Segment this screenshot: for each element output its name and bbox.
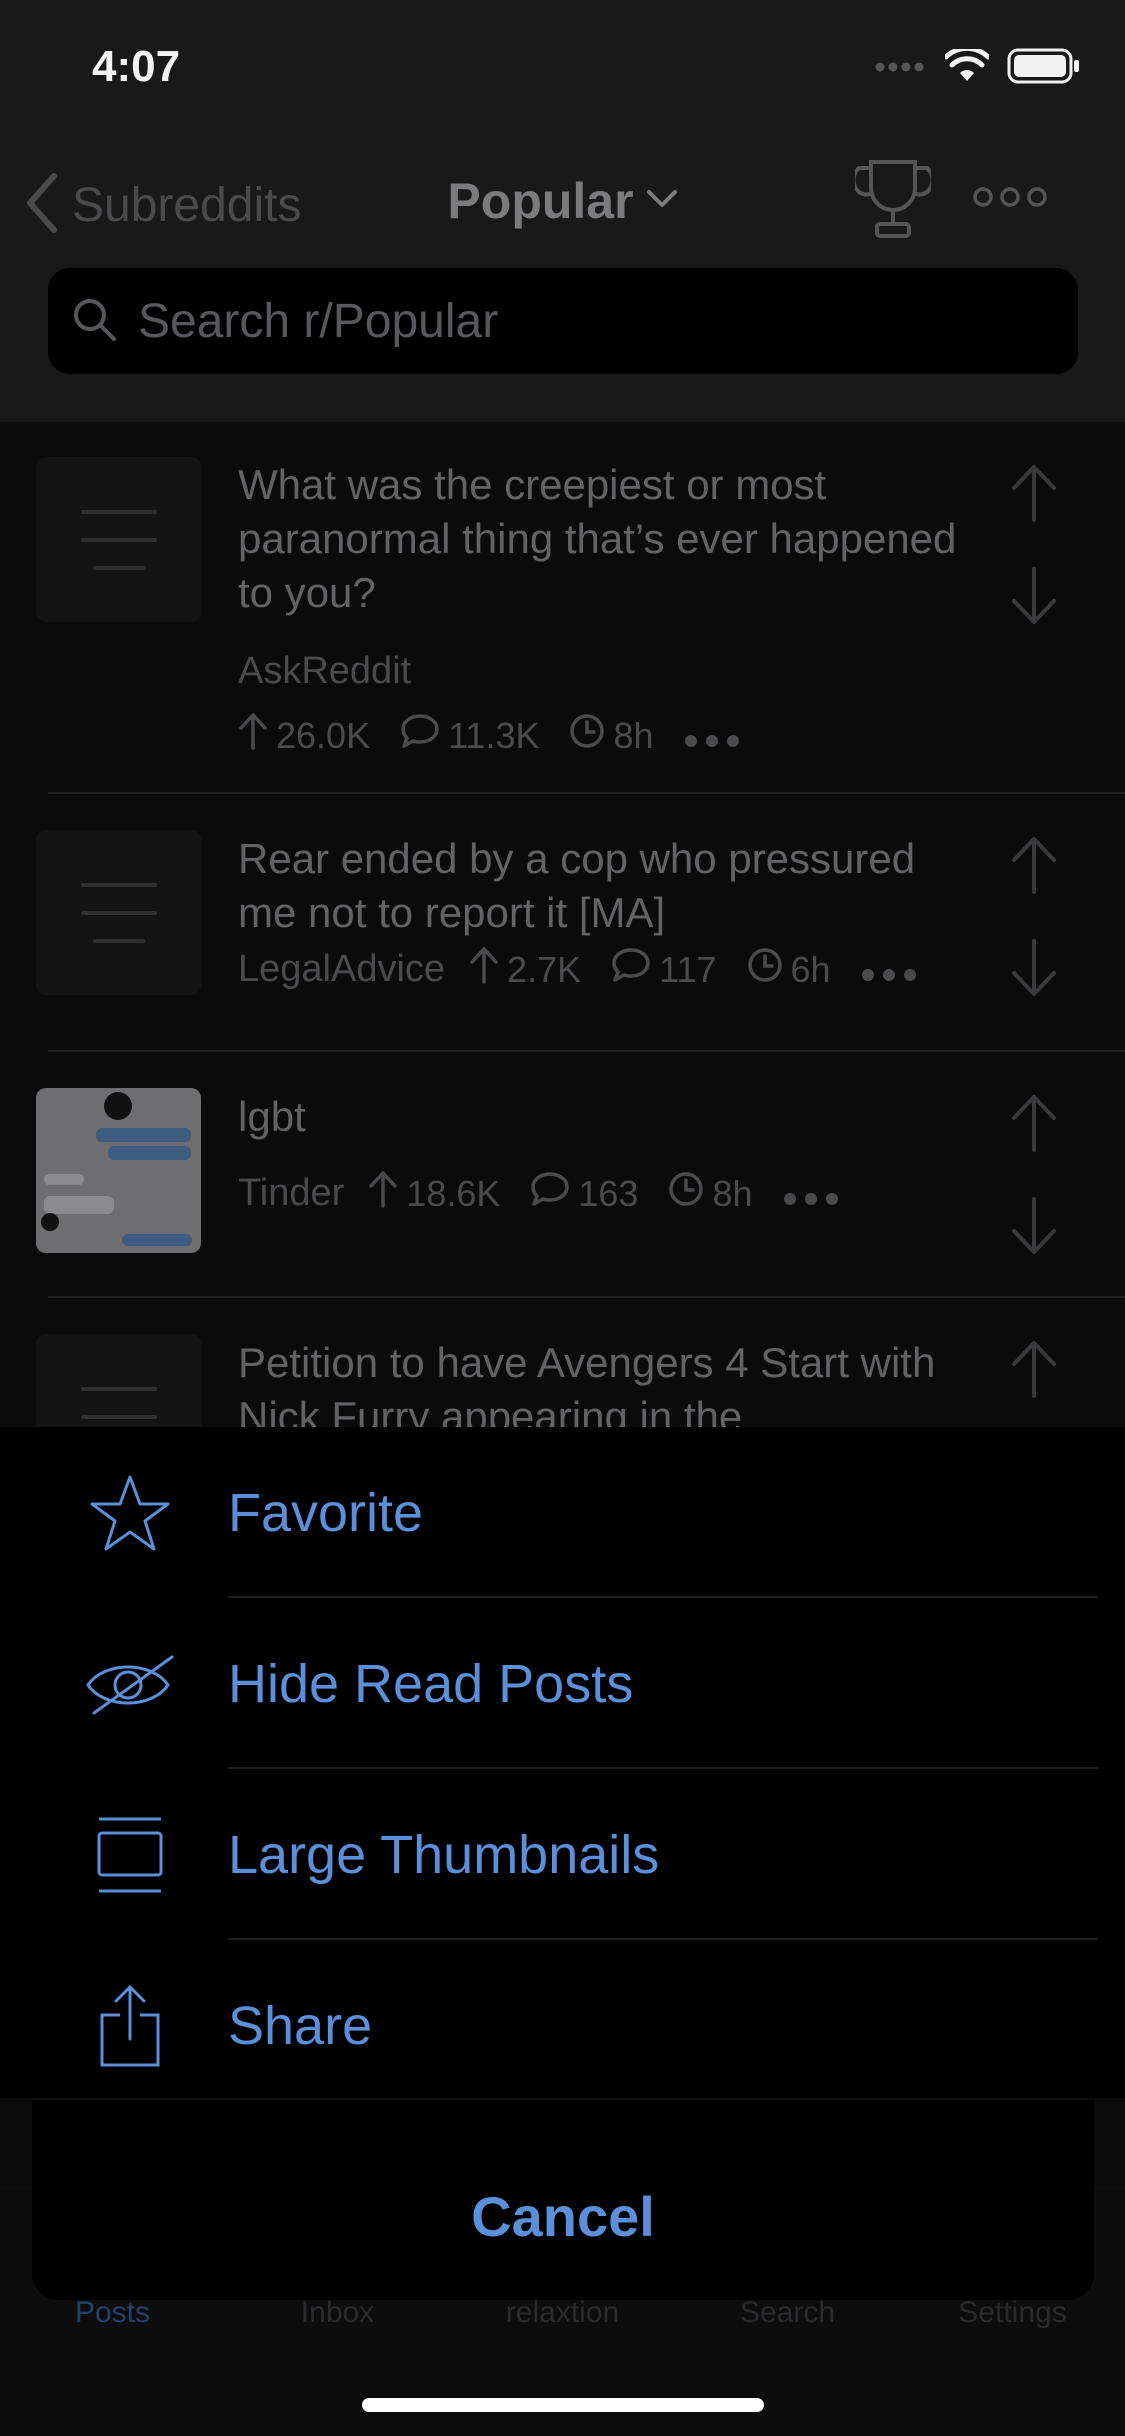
clock-icon (569, 713, 605, 758)
vote-controls (1010, 836, 1058, 1002)
large-thumbnails-option[interactable]: Large Thumbnails (0, 1769, 1125, 1940)
share-option[interactable]: Share (0, 1940, 1125, 2111)
post-comments: 163 (578, 1172, 639, 1214)
page-title: Popular (447, 173, 634, 229)
upvote-small-icon (469, 946, 499, 993)
status-bar: 4:07 (0, 0, 1125, 132)
share-icon (80, 1983, 180, 2069)
clock-icon (747, 947, 783, 992)
trophy-icon[interactable] (851, 158, 935, 245)
downvote-icon[interactable] (1010, 939, 1058, 1002)
search-input[interactable] (138, 293, 1038, 349)
post-meta: Tinder 18.6K 163 8h (238, 1170, 839, 1217)
upvote-small-icon (238, 712, 268, 759)
post-more-icon[interactable] (783, 1173, 839, 1215)
search-bar[interactable] (48, 268, 1078, 374)
tab-posts[interactable]: Posts (0, 2296, 225, 2330)
post-more-icon[interactable] (861, 949, 917, 991)
tab-relaxtion[interactable]: relaxtion (450, 2296, 675, 2330)
favorite-option[interactable]: Favorite (0, 1427, 1125, 1598)
status-time: 4:07 (92, 42, 181, 91)
text-post-thumbnail[interactable] (36, 830, 201, 995)
post-row[interactable]: Rear ended by a cop who pressured me not… (0, 794, 1125, 1050)
vote-controls (1010, 464, 1058, 630)
text-post-thumbnail[interactable] (36, 457, 201, 622)
more-options-icon[interactable] (972, 186, 1048, 213)
text-post-thumbnail[interactable] (36, 1334, 201, 1428)
status-icons (875, 45, 1081, 89)
large-thumbnails-label: Large Thumbnails (228, 1824, 660, 1885)
home-indicator[interactable] (362, 2398, 764, 2412)
post-age: 8h (613, 714, 654, 756)
downvote-icon[interactable] (1010, 567, 1058, 630)
signal-icon (875, 60, 927, 78)
battery-icon (1007, 48, 1081, 89)
navigation-bar: Subreddits Popular (0, 132, 1125, 422)
comment-icon (611, 947, 651, 992)
upvote-icon[interactable] (1010, 1094, 1058, 1157)
vote-controls (1010, 1094, 1058, 1260)
post-subreddit-row: AskReddit (238, 650, 421, 693)
clock-icon (668, 1171, 704, 1216)
post-age: 6h (790, 948, 831, 990)
comment-icon (530, 1171, 570, 1216)
post-score: 2.7K (507, 948, 582, 990)
post-subreddit[interactable]: AskReddit (238, 650, 411, 693)
downvote-icon[interactable] (1010, 1197, 1058, 1260)
hide-read-posts-option[interactable]: Hide Read Posts (0, 1598, 1125, 1769)
cancel-container: Cancel (32, 2100, 1094, 2300)
hide-read-posts-label: Hide Read Posts (228, 1653, 634, 1714)
star-icon (80, 1473, 180, 1553)
share-label: Share (228, 1995, 373, 2056)
post-row[interactable]: lgbt Tinder 18.6K 163 8h (0, 1052, 1125, 1296)
feed-selector[interactable]: Popular (0, 172, 1125, 230)
upvote-small-icon (368, 1170, 398, 1217)
post-title: Petition to have Avengers 4 Start with N… (238, 1339, 936, 1428)
thumbnail-icon (80, 1815, 180, 1895)
chat-screenshot-thumbnail (36, 1088, 201, 1253)
post-title: What was the creepiest or most paranorma… (238, 461, 957, 616)
eye-slash-icon (80, 1651, 180, 1717)
tab-settings[interactable]: Settings (900, 2296, 1125, 2330)
post-title: lgbt (238, 1093, 306, 1140)
post-subreddit[interactable]: LegalAdvice (238, 948, 445, 991)
post-meta: LegalAdvice 2.7K 117 6h (238, 946, 917, 993)
post-more-icon[interactable] (684, 715, 740, 757)
upvote-icon[interactable] (1010, 464, 1058, 527)
chevron-down-icon (646, 189, 678, 214)
post-row[interactable]: Petition to have Avengers 4 Start with N… (0, 1298, 1125, 1428)
post-row[interactable]: What was the creepiest or most paranorma… (0, 422, 1125, 792)
upvote-icon[interactable] (1010, 836, 1058, 899)
wifi-icon (943, 45, 991, 88)
post-comments: 117 (659, 948, 717, 990)
post-title: Rear ended by a cop who pressured me not… (238, 835, 916, 936)
tab-inbox[interactable]: Inbox (225, 2296, 450, 2330)
comment-icon (400, 713, 440, 758)
post-subreddit[interactable]: Tinder (238, 1172, 344, 1215)
post-score: 18.6K (406, 1172, 501, 1214)
tab-search[interactable]: Search (675, 2296, 900, 2330)
favorite-label: Favorite (228, 1482, 424, 1543)
post-age: 8h (712, 1172, 753, 1214)
upvote-icon[interactable] (1010, 1340, 1058, 1403)
vote-controls (1010, 1340, 1058, 1403)
post-score: 26.0K (276, 714, 371, 756)
post-meta: 26.0K 11.3K 8h (238, 712, 740, 759)
post-comments: 11.3K (448, 714, 540, 756)
action-sheet: Favorite Hide Read Posts Large Thumbnail… (0, 1427, 1125, 2098)
cancel-button[interactable]: Cancel (32, 2184, 1094, 2249)
image-post-thumbnail[interactable] (36, 1088, 201, 1253)
search-icon (70, 295, 118, 348)
